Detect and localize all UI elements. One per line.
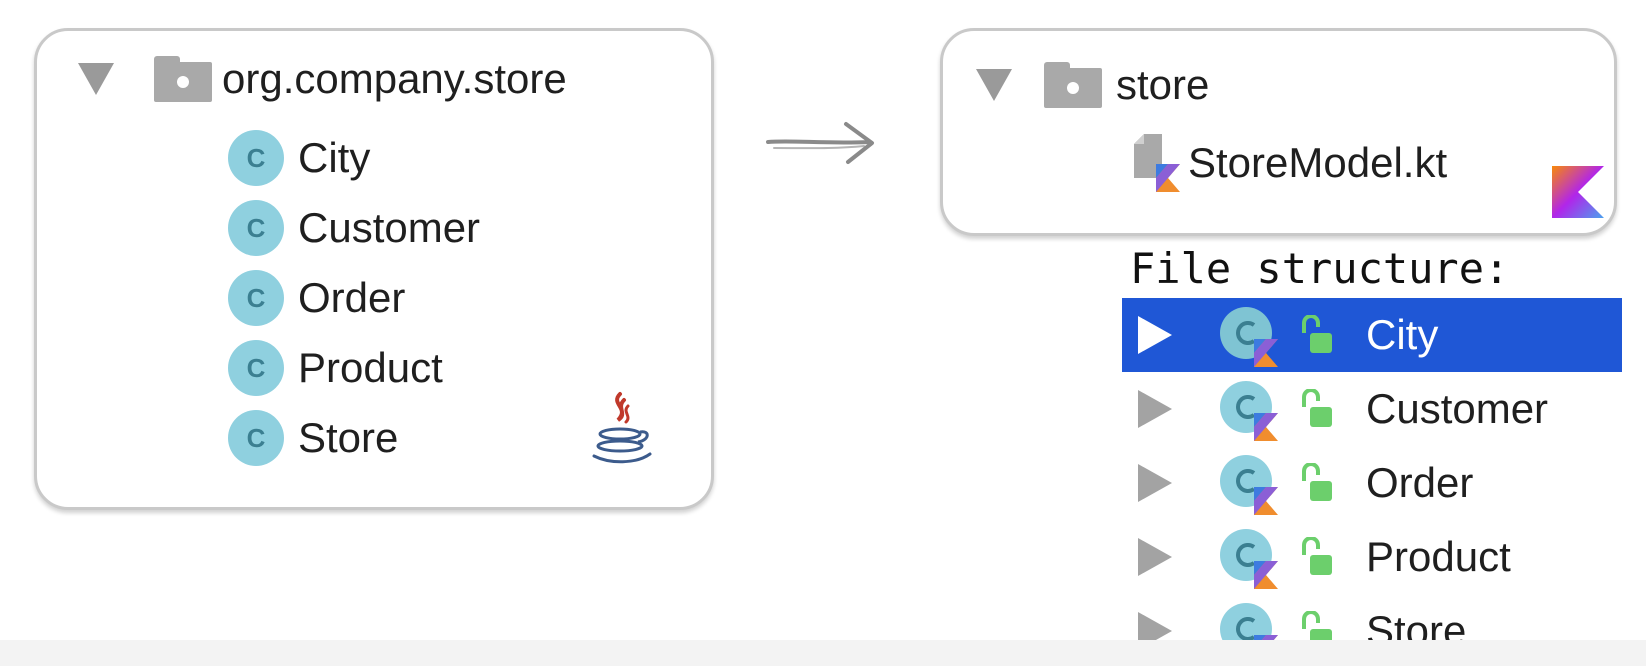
structure-item-customer[interactable]: Customer	[1122, 372, 1622, 446]
unlock-icon	[1302, 463, 1332, 501]
class-name: Product	[298, 344, 443, 391]
unlock-icon	[1302, 389, 1332, 427]
structure-item-label: City	[1366, 311, 1439, 358]
unlock-icon	[1302, 537, 1332, 575]
class-icon: C	[228, 200, 284, 256]
kotlin-logo-icon	[1552, 166, 1604, 218]
folder-icon	[1044, 62, 1102, 108]
class-name: Store	[298, 414, 399, 461]
expand-right-icon[interactable]	[1138, 538, 1172, 576]
kotlin-class-icon	[1220, 455, 1278, 515]
class-row[interactable]: C Store	[228, 410, 398, 466]
structure-item-city[interactable]: City	[1122, 298, 1622, 372]
class-row[interactable]: C Product	[228, 340, 443, 396]
file-name: StoreModel.kt	[1188, 139, 1448, 186]
structure-item-product[interactable]: Product	[1122, 520, 1622, 594]
kotlin-class-icon	[1220, 529, 1278, 589]
bottom-band	[0, 640, 1646, 666]
kotlin-file-row[interactable]: StoreModel.kt	[1130, 134, 1447, 192]
structure-item-label: Order	[1366, 459, 1474, 506]
kotlin-package-panel	[940, 28, 1617, 236]
class-name: City	[298, 134, 371, 181]
class-icon: C	[228, 270, 284, 326]
expand-right-icon[interactable]	[1138, 464, 1172, 502]
package-name: store	[1116, 61, 1210, 108]
kotlin-class-icon	[1220, 381, 1278, 441]
structure-item-label: Customer	[1366, 385, 1549, 432]
kotlin-class-icon	[1220, 307, 1278, 367]
folder-icon	[154, 56, 212, 102]
expand-right-icon[interactable]	[1138, 316, 1172, 354]
class-row[interactable]: C Customer	[228, 200, 480, 256]
file-structure-title: File structure:	[1130, 244, 1510, 293]
class-row[interactable]: C City	[228, 130, 370, 186]
expand-down-icon[interactable]	[78, 63, 114, 95]
expand-down-icon[interactable]	[976, 69, 1012, 101]
class-name: Order	[298, 274, 406, 321]
kotlin-file-icon	[1134, 134, 1180, 192]
java-package-row[interactable]: org.company.store	[78, 56, 567, 102]
class-icon: C	[228, 340, 284, 396]
package-name: org.company.store	[222, 55, 567, 102]
structure-item-order[interactable]: Order	[1122, 446, 1622, 520]
class-icon: C	[228, 130, 284, 186]
unlock-icon	[1302, 315, 1332, 353]
class-name: Customer	[298, 204, 481, 251]
structure-item-label: Product	[1366, 533, 1511, 580]
class-row[interactable]: C Order	[228, 270, 405, 326]
transform-arrow-icon	[766, 122, 874, 164]
kotlin-package-row[interactable]: store	[976, 62, 1209, 108]
class-icon: C	[228, 410, 284, 466]
java-logo-icon	[592, 392, 652, 464]
expand-right-icon[interactable]	[1138, 390, 1172, 428]
